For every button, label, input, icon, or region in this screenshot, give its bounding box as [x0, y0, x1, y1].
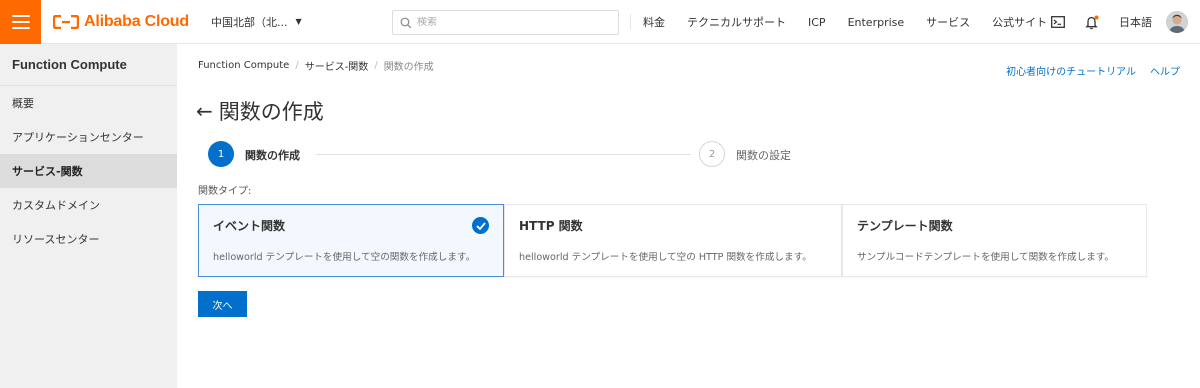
search-box[interactable] — [392, 10, 619, 35]
nav-enterprise[interactable]: Enterprise — [837, 16, 916, 29]
event-function-card[interactable]: イベント関数 helloworld テンプレートを使用して空の関数を作成します。 — [198, 204, 504, 277]
brand-name: Alibaba Cloud — [84, 12, 189, 30]
language-selector[interactable]: 日本語 — [1109, 14, 1162, 30]
step-2-label: 関数の設定 — [736, 149, 791, 162]
breadcrumb: Function Compute / サービス-関数 / 関数の作成 — [198, 58, 434, 73]
menu-icon[interactable] — [0, 0, 41, 44]
card-description: サンプルコードテンプレートを使用して関数を作成します。 — [857, 252, 1115, 263]
step-1-label: 関数の作成 — [245, 149, 300, 162]
breadcrumb-current: 関数の作成 — [383, 62, 434, 73]
step-2-circle: 2 — [699, 141, 725, 167]
function-type-label: 関数タイプ: — [198, 186, 252, 197]
page-header: ← 関数の作成 — [196, 96, 324, 126]
top-actions: 日本語 — [1041, 0, 1200, 44]
breadcrumb-separator: / — [374, 60, 378, 71]
nav-icp[interactable]: ICP — [797, 16, 837, 29]
card-title: HTTP 関数 — [519, 219, 583, 233]
arrow-left-icon[interactable]: ← — [196, 99, 213, 123]
main-content: Function Compute / サービス-関数 / 関数の作成 初心者向け… — [177, 44, 1200, 388]
template-function-card[interactable]: テンプレート関数 サンプルコードテンプレートを使用して関数を作成します。 — [842, 204, 1147, 277]
nav-tech-support[interactable]: テクニカルサポート — [676, 14, 797, 30]
sidebar-item-service-functions[interactable]: サービス-関数 — [0, 154, 177, 188]
breadcrumb-separator: / — [295, 60, 299, 71]
search-icon — [400, 17, 412, 28]
region-selector[interactable]: 中国北部（北... ▼ — [211, 14, 302, 30]
next-button[interactable]: 次へ — [198, 291, 247, 317]
alibaba-cloud-logo[interactable]: Alibaba Cloud — [53, 0, 189, 44]
card-title: テンプレート関数 — [857, 219, 953, 233]
search-input[interactable] — [417, 17, 607, 28]
step-connector — [316, 154, 691, 155]
sidebar-item-application-center[interactable]: アプリケーションセンター — [0, 120, 177, 154]
card-title: イベント関数 — [213, 219, 286, 233]
top-nav: 料金 テクニカルサポート ICP Enterprise サービス 公式サイト — [630, 0, 1058, 44]
sidebar-title: Function Compute — [0, 44, 177, 86]
sidebar-item-custom-domain[interactable]: カスタムドメイン — [0, 188, 177, 222]
sidebar-item-resource-center[interactable]: リソースセンター — [0, 222, 177, 256]
top-bar: Alibaba Cloud 中国北部（北... ▼ 料金 テクニカルサポート I… — [0, 0, 1200, 44]
nav-pricing[interactable]: 料金 — [630, 14, 676, 30]
breadcrumb-service-functions[interactable]: サービス-関数 — [305, 58, 369, 73]
tutorial-link[interactable]: 初心者向けのチュートリアル — [1006, 63, 1136, 78]
card-description: helloworld テンプレートを使用して空の HTTP 関数を作成します。 — [519, 252, 812, 263]
region-label: 中国北部（北... — [210, 15, 288, 29]
step-indicator: 1 関数の作成 2 関数の設定 — [208, 141, 908, 169]
bell-icon[interactable] — [1075, 0, 1109, 44]
nav-services[interactable]: サービス — [915, 14, 981, 30]
step-1-circle: 1 — [208, 141, 234, 167]
avatar[interactable] — [1166, 11, 1188, 33]
help-link[interactable]: ヘルプ — [1150, 63, 1180, 78]
top-links: 初心者向けのチュートリアル ヘルプ — [1006, 63, 1180, 78]
sidebar-item-overview[interactable]: 概要 — [0, 86, 177, 120]
terminal-icon[interactable] — [1041, 0, 1075, 44]
breadcrumb-function-compute[interactable]: Function Compute — [198, 60, 289, 71]
page-title: 関数の作成 — [218, 100, 324, 124]
function-type-cards: イベント関数 helloworld テンプレートを使用して空の関数を作成します。… — [198, 204, 1147, 277]
caret-down-icon: ▼ — [295, 17, 302, 26]
logo-mark-icon — [53, 14, 79, 29]
http-function-card[interactable]: HTTP 関数 helloworld テンプレートを使用して空の HTTP 関数… — [504, 204, 842, 277]
check-circle-icon — [472, 217, 489, 234]
sidebar: Function Compute 概要 アプリケーションセンター サービス-関数… — [0, 44, 177, 388]
card-description: helloworld テンプレートを使用して空の関数を作成します。 — [213, 252, 476, 263]
